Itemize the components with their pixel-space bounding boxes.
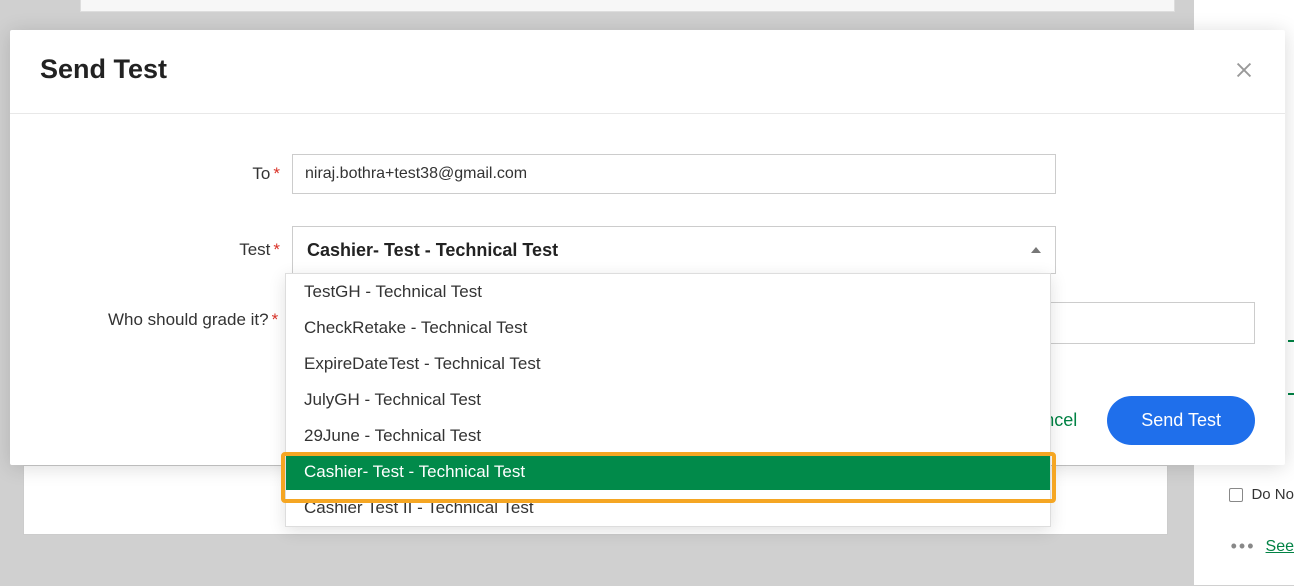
- ellipsis-icon[interactable]: •••: [1231, 536, 1256, 557]
- test-option[interactable]: JulyGH - Technical Test: [286, 382, 1050, 418]
- test-option[interactable]: CheckRetake - Technical Test: [286, 310, 1050, 346]
- do-not-checkbox[interactable]: [1229, 488, 1243, 502]
- test-option[interactable]: TestGH - Technical Test: [286, 274, 1050, 310]
- modal-title: Send Test: [40, 54, 167, 85]
- bg-divider-1: [1288, 340, 1294, 342]
- test-option[interactable]: Cashier Test II - Technical Test: [286, 490, 1050, 526]
- send-test-button[interactable]: Send Test: [1107, 396, 1255, 445]
- test-select-wrap: Cashier- Test - Technical Test: [292, 226, 1056, 274]
- modal-footer: Cancel Send Test: [1021, 396, 1255, 445]
- to-label: To*: [40, 164, 292, 184]
- bg-divider-2: [1288, 393, 1294, 395]
- test-label: Test*: [40, 240, 292, 260]
- to-input[interactable]: [292, 154, 1056, 194]
- bg-do-not-row: Do No: [1229, 486, 1294, 503]
- grader-label: Who should grade it?*: [40, 302, 290, 330]
- test-dropdown-list: TestGH - Technical Test CheckRetake - Te…: [285, 273, 1051, 527]
- test-select[interactable]: Cashier- Test - Technical Test: [292, 226, 1056, 274]
- test-option-selected[interactable]: Cashier- Test - Technical Test: [286, 454, 1050, 490]
- test-row: Test* Cashier- Test - Technical Test: [40, 226, 1255, 274]
- modal-header: Send Test: [10, 30, 1285, 114]
- bg-content-strip: [80, 0, 1175, 12]
- test-option[interactable]: ExpireDateTest - Technical Test: [286, 346, 1050, 382]
- chevron-up-icon: [1031, 247, 1041, 253]
- test-option[interactable]: 29June - Technical Test: [286, 418, 1050, 454]
- do-not-label: Do No: [1251, 486, 1294, 503]
- to-row: To*: [40, 154, 1255, 194]
- see-link[interactable]: See: [1266, 538, 1294, 556]
- close-icon[interactable]: [1233, 59, 1255, 81]
- test-select-value: Cashier- Test - Technical Test: [307, 240, 558, 261]
- bg-see-row: ••• See: [1231, 536, 1294, 557]
